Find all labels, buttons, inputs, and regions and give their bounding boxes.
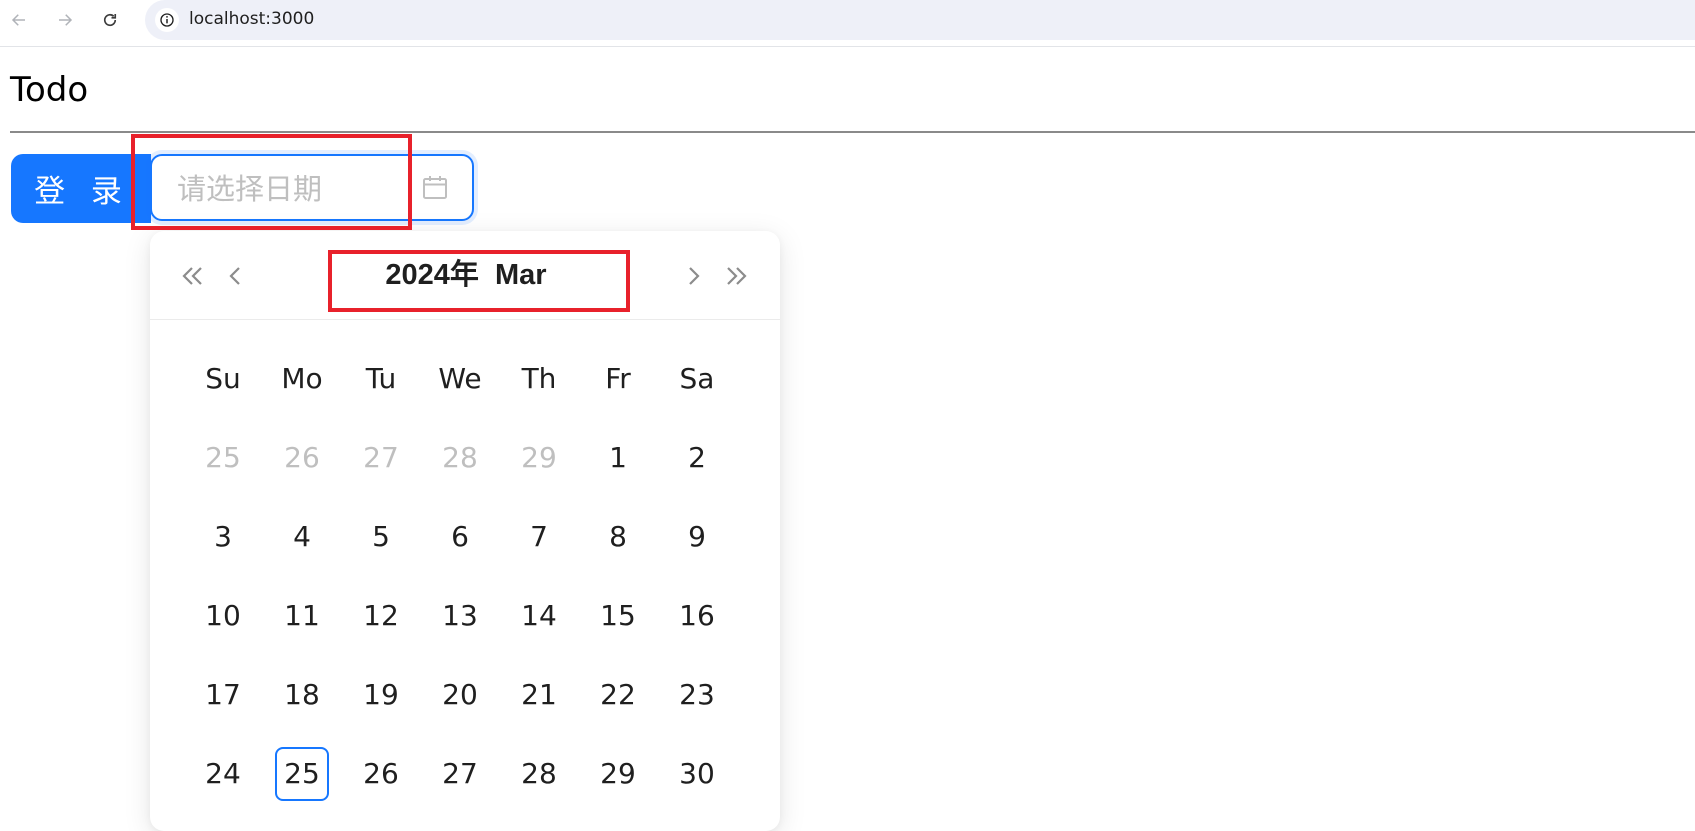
day-cell[interactable]: 15	[591, 589, 645, 643]
double-chevron-right-icon	[727, 267, 747, 285]
day-cell[interactable]: 27	[354, 431, 408, 485]
day-cell[interactable]: 23	[670, 668, 724, 722]
day-cell[interactable]: 5	[354, 510, 408, 564]
weekday-header: Mo	[281, 362, 323, 395]
day-cell[interactable]: 2	[670, 431, 724, 485]
date-input[interactable]	[175, 168, 399, 210]
day-cell[interactable]: 6	[433, 510, 487, 564]
day-cell[interactable]: 13	[433, 589, 487, 643]
day-cell[interactable]: 14	[512, 589, 566, 643]
day-cell[interactable]: 27	[433, 747, 487, 801]
next-year-button[interactable]	[721, 261, 751, 291]
weekday-header: Sa	[679, 362, 715, 395]
day-cell[interactable]: 29	[512, 431, 566, 485]
day-cell[interactable]: 10	[196, 589, 250, 643]
next-month-button[interactable]	[678, 261, 708, 291]
day-cell[interactable]: 19	[354, 668, 408, 722]
day-cell[interactable]: 30	[670, 747, 724, 801]
day-cell[interactable]: 4	[275, 510, 329, 564]
day-cell[interactable]: 26	[354, 747, 408, 801]
info-icon[interactable]	[155, 8, 179, 32]
weekday-header: We	[438, 362, 482, 395]
day-cell[interactable]: 25	[196, 431, 250, 485]
double-chevron-left-icon	[182, 267, 202, 285]
browser-toolbar: localhost:3000	[0, 0, 1695, 47]
day-cell[interactable]: 16	[670, 589, 724, 643]
chevron-left-icon	[229, 267, 240, 285]
day-cell[interactable]: 29	[591, 747, 645, 801]
weekday-header: Su	[205, 362, 241, 395]
day-cell[interactable]: 3	[196, 510, 250, 564]
weekday-header: Tu	[365, 362, 397, 395]
reload-icon	[103, 13, 117, 27]
url-text: localhost:3000	[189, 9, 315, 29]
day-cell[interactable]: 24	[196, 747, 250, 801]
day-cell[interactable]: 11	[275, 589, 329, 643]
day-cell[interactable]: 7	[512, 510, 566, 564]
calendar-dropdown: 2024年 Mar Su Mo Tu We Th Fr Sa 25 26 27 28 29 1 2 3 4 5…	[150, 231, 780, 831]
day-cell[interactable]: 18	[275, 668, 329, 722]
day-cell[interactable]: 9	[670, 510, 724, 564]
day-cell[interactable]: 21	[512, 668, 566, 722]
day-cell[interactable]: 28	[512, 747, 566, 801]
back-button[interactable]	[8, 9, 30, 31]
prev-month-button[interactable]	[221, 261, 251, 291]
weekday-header: Th	[521, 362, 557, 395]
day-cell[interactable]: 26	[275, 431, 329, 485]
arrow-right-icon	[59, 14, 73, 26]
day-cell[interactable]: 17	[196, 668, 250, 722]
day-cell[interactable]: 28	[433, 431, 487, 485]
day-cell[interactable]: 22	[591, 668, 645, 722]
month-year-title[interactable]: 2024年 Mar	[328, 255, 604, 295]
arrow-left-icon	[11, 14, 25, 26]
day-cell[interactable]: 8	[591, 510, 645, 564]
forward-button[interactable]	[54, 9, 76, 31]
day-cell[interactable]: 12	[354, 589, 408, 643]
day-cell-today[interactable]: 25	[275, 747, 329, 801]
address-bar[interactable]: localhost:3000	[145, 0, 1695, 40]
page-title: Todo	[10, 70, 89, 110]
reload-button[interactable]	[99, 9, 121, 31]
calendar-icon[interactable]	[419, 172, 451, 204]
date-picker[interactable]	[150, 154, 474, 221]
title-divider	[10, 131, 1695, 133]
weekday-header: Fr	[605, 362, 631, 395]
day-cell[interactable]: 1	[591, 431, 645, 485]
login-button[interactable]: 登 录	[11, 154, 151, 223]
prev-year-button[interactable]	[178, 261, 208, 291]
day-cell[interactable]: 20	[433, 668, 487, 722]
calendar-header: 2024年 Mar	[150, 231, 780, 320]
chevron-right-icon	[689, 267, 700, 285]
